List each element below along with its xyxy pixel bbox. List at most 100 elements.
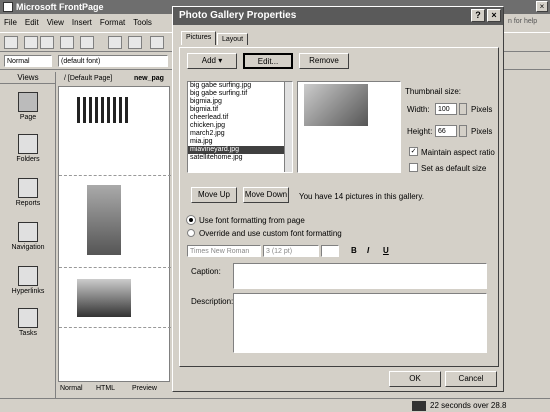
move-up-button[interactable]: Move Up	[191, 187, 237, 203]
gallery-thumbnail	[87, 185, 121, 255]
picture-list-item[interactable]: big gabe surfing.jpg	[188, 82, 292, 90]
picture-list-item[interactable]: big gabe surfing.tif	[188, 90, 292, 98]
remove-button[interactable]: Remove	[299, 53, 349, 69]
editor-tabs: / [Default Page] new_pag	[58, 72, 170, 86]
app-close-icon[interactable]: ×	[536, 1, 548, 12]
menu-file[interactable]: File	[0, 14, 21, 31]
editor-canvas[interactable]	[58, 86, 171, 382]
font-size-select[interactable]: 3 (12 pt)	[263, 245, 319, 257]
width-spinner[interactable]	[459, 103, 467, 115]
dialog-title: Photo Gallery Properties	[179, 10, 297, 21]
view-hyperlinks[interactable]: Hyperlinks	[6, 266, 50, 295]
add-button[interactable]: Add ▾	[187, 53, 237, 69]
divider	[59, 267, 171, 268]
font-select[interactable]: (default font)	[58, 55, 168, 67]
frontpage-icon	[3, 2, 13, 12]
description-label: Description:	[191, 297, 234, 306]
radio-custom-font[interactable]	[187, 229, 195, 237]
picture-list-item[interactable]: chicken.jpg	[188, 122, 292, 130]
height-input[interactable]: 66	[435, 125, 457, 137]
picture-list-item[interactable]: march2.jpg	[188, 130, 292, 138]
print-icon[interactable]	[80, 36, 94, 49]
tab-pictures[interactable]: Pictures	[181, 31, 217, 45]
font-color-select[interactable]	[321, 245, 339, 257]
width-label: Width:	[407, 105, 430, 114]
view-navigation[interactable]: Navigation	[6, 222, 50, 251]
tab-html[interactable]: HTML	[96, 385, 115, 392]
editor-view-tabs: Normal HTML Preview	[58, 384, 170, 396]
font-name-select[interactable]: Times New Roman	[187, 245, 261, 257]
menu-tools[interactable]: Tools	[129, 14, 156, 31]
new-page-icon[interactable]	[4, 36, 18, 49]
status-text: 22 seconds over 28.8	[430, 401, 507, 410]
height-spinner[interactable]	[459, 125, 467, 137]
menu-edit[interactable]: Edit	[21, 14, 43, 31]
view-reports[interactable]: Reports	[6, 178, 50, 207]
cut-icon[interactable]	[150, 36, 164, 49]
spelling-icon[interactable]	[128, 36, 142, 49]
tab-preview[interactable]: Preview	[132, 385, 157, 392]
gallery-thumbnail	[77, 97, 131, 123]
list-scrollbar[interactable]	[284, 82, 292, 172]
photo-gallery-dialog: Photo Gallery Properties ? × Pictures La…	[172, 6, 504, 392]
ok-button[interactable]: OK	[389, 371, 441, 387]
picture-list-item[interactable]: miavineyard.jpg	[188, 146, 292, 154]
views-header: Views	[0, 72, 56, 84]
italic-icon[interactable]: I	[367, 246, 369, 255]
save-icon[interactable]	[40, 36, 54, 49]
tab-default-page[interactable]: / [Default Page]	[64, 75, 112, 82]
width-pixels-label: Pixels	[471, 105, 493, 114]
radio-page-font[interactable]	[187, 216, 195, 224]
preview-box	[297, 81, 401, 173]
menu-insert[interactable]: Insert	[68, 14, 96, 31]
radio-page-font-label: Use font formatting from page	[199, 216, 305, 225]
maintain-aspect-label: Maintain aspect ratio	[421, 148, 495, 157]
view-folders[interactable]: Folders	[6, 134, 50, 163]
picture-list-item[interactable]: mia.jpg	[188, 138, 292, 146]
gallery-thumbnail	[77, 279, 131, 317]
reports-icon	[18, 178, 38, 198]
hyperlinks-icon	[18, 266, 38, 286]
close-icon[interactable]: ×	[487, 9, 501, 22]
divider	[59, 175, 171, 176]
view-page[interactable]: Page	[6, 92, 50, 121]
bold-icon[interactable]: B	[351, 246, 357, 255]
caption-label: Caption:	[191, 267, 221, 276]
view-tasks[interactable]: Tasks	[6, 308, 50, 337]
description-field[interactable]	[233, 293, 487, 353]
preview-image	[304, 84, 368, 126]
open-icon[interactable]	[24, 36, 38, 49]
height-label: Height:	[407, 127, 433, 136]
picture-list-item[interactable]: bigmia.jpg	[188, 98, 292, 106]
width-input[interactable]: 100	[435, 103, 457, 115]
tab-layout[interactable]: Layout	[217, 33, 249, 45]
menu-format[interactable]: Format	[96, 14, 129, 31]
publish-icon[interactable]	[60, 36, 74, 49]
picture-list-item[interactable]: cheerlead.tif	[188, 114, 292, 122]
move-down-button[interactable]: Move Down	[243, 187, 289, 203]
style-select[interactable]: Normal	[4, 55, 52, 67]
picture-list[interactable]: big gabe surfing.jpg big gabe surfing.tif…	[187, 81, 293, 173]
picture-count: You have 14 pictures in this gallery.	[299, 192, 424, 201]
connection-icon	[412, 401, 426, 411]
underline-icon[interactable]: U	[383, 246, 389, 255]
maintain-aspect-checkbox[interactable]: ✓	[409, 147, 418, 156]
thumbnail-size-label: Thumbnail size:	[405, 87, 462, 96]
folders-icon	[18, 134, 38, 154]
preview-icon[interactable]	[108, 36, 122, 49]
set-default-checkbox[interactable]	[409, 163, 418, 172]
help-icon[interactable]: ?	[471, 9, 485, 22]
tab-normal[interactable]: Normal	[60, 385, 83, 392]
divider	[59, 327, 171, 328]
picture-list-item[interactable]: bigmia.tif	[188, 106, 292, 114]
views-bar: Views Page Folders Reports Navigation Hy…	[0, 72, 56, 398]
edit-button[interactable]: Edit...	[243, 53, 293, 69]
caption-field[interactable]	[233, 263, 487, 289]
picture-list-item[interactable]: satellitehome.jpg	[188, 154, 292, 162]
tasks-icon	[18, 308, 38, 328]
cancel-button[interactable]: Cancel	[445, 371, 497, 387]
tab-new-page[interactable]: new_pag	[134, 75, 164, 82]
height-pixels-label: Pixels	[471, 127, 493, 136]
navigation-icon	[18, 222, 38, 242]
menu-view[interactable]: View	[43, 14, 68, 31]
